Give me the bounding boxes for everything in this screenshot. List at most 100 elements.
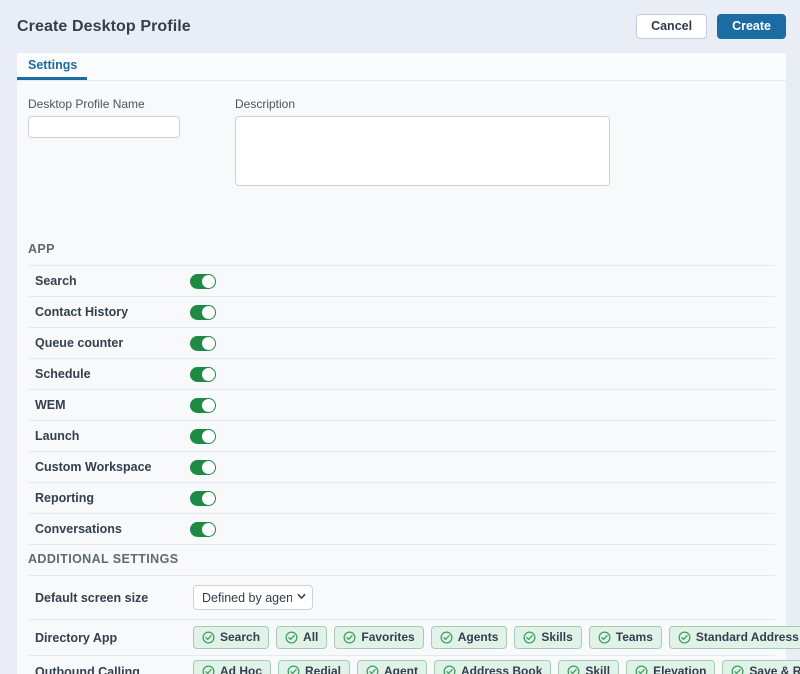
profile-name-input[interactable] [28,116,180,138]
outbound-calling-chip-list: Ad Hoc Redial Agent Address Book Skill Elevat… [193,660,800,674]
toggle-knob [202,275,215,288]
default-screen-size-select[interactable]: Defined by agent [193,585,313,610]
app-row-search: Search [28,266,775,297]
app-row-label: Conversations [35,522,190,536]
toggle-knob [202,492,215,505]
toggle-knob [202,306,215,319]
app-row-label: Custom Workspace [35,460,190,474]
check-circle-icon [678,631,691,644]
app-row-label: Reporting [35,491,190,505]
toggle-custom-workspace[interactable] [190,460,216,475]
cancel-button[interactable]: Cancel [636,14,707,40]
directory-chip-standard-address-book[interactable]: Standard Address Book [669,626,800,648]
toggle-knob [202,461,215,474]
check-circle-icon [440,631,453,644]
chip-label: Save & Redial [749,664,800,674]
toggle-contact-history[interactable] [190,305,216,320]
chip-label: Agents [458,630,499,644]
chip-label: Skills [541,630,572,644]
create-button[interactable]: Create [717,14,786,40]
toggle-search[interactable] [190,274,216,289]
app-row-queue-counter: Queue counter [28,328,775,359]
chip-label: Standard Address Book [696,630,800,644]
check-circle-icon [443,665,456,674]
chip-label: Favorites [361,630,414,644]
app-row-schedule: Schedule [28,359,775,390]
directory-chip-agents[interactable]: Agents [431,626,508,648]
toggle-queue-counter[interactable] [190,336,216,351]
check-circle-icon [567,665,580,674]
app-toggle-list: Search Contact History Queue counter Schedu… [28,266,775,545]
app-row-reporting: Reporting [28,483,775,514]
content-area: Desktop Profile Name Description APP Sea… [17,81,786,674]
outbound-chip-save-redial[interactable]: Save & Redial [722,660,800,674]
check-circle-icon [202,631,215,644]
toggle-conversations[interactable] [190,522,216,537]
directory-app-label: Directory App [35,631,193,645]
profile-name-label: Desktop Profile Name [28,97,180,111]
additional-settings-title: ADDITIONAL SETTINGS [28,552,775,576]
default-screen-size-row: Default screen size Defined by agent [28,576,775,620]
directory-chip-search[interactable]: Search [193,626,269,648]
app-row-conversations: Conversations [28,514,775,545]
outbound-chip-ad-hoc[interactable]: Ad Hoc [193,660,271,674]
content-card: Settings Desktop Profile Name Descriptio… [17,53,786,674]
default-screen-size-select-wrap: Defined by agent [193,585,313,610]
chip-label: Address Book [461,664,542,674]
outbound-chip-elevation[interactable]: Elevation [626,660,715,674]
check-circle-icon [731,665,744,674]
outbound-chip-agent[interactable]: Agent [357,660,427,674]
toggle-schedule[interactable] [190,367,216,382]
tab-settings[interactable]: Settings [17,53,87,80]
toggle-knob [202,337,215,350]
check-circle-icon [523,631,536,644]
chip-label: Redial [305,664,341,674]
chip-label: Elevation [653,664,706,674]
directory-chip-favorites[interactable]: Favorites [334,626,423,648]
chip-label: All [303,630,318,644]
outbound-chip-address-book[interactable]: Address Book [434,660,551,674]
app-row-wem: WEM [28,390,775,421]
check-circle-icon [202,665,215,674]
app-row-label: WEM [35,398,190,412]
description-label: Description [235,97,610,111]
directory-chip-all[interactable]: All [276,626,327,648]
chip-label: Teams [616,630,653,644]
chip-label: Skill [585,664,610,674]
toggle-knob [202,368,215,381]
tab-bar: Settings [17,53,786,81]
outbound-chip-skill[interactable]: Skill [558,660,619,674]
app-row-label: Launch [35,429,190,443]
profile-name-field: Desktop Profile Name [28,97,180,191]
directory-chip-skills[interactable]: Skills [514,626,581,648]
chip-label: Ad Hoc [220,664,262,674]
outbound-calling-label: Outbound Calling [35,665,193,674]
app-row-label: Contact History [35,305,190,319]
app-row-contact-history: Contact History [28,297,775,328]
directory-chip-teams[interactable]: Teams [589,626,662,648]
check-circle-icon [343,631,356,644]
chip-label: Agent [384,664,418,674]
check-circle-icon [285,631,298,644]
toggle-reporting[interactable] [190,491,216,506]
app-row-launch: Launch [28,421,775,452]
toggle-knob [202,523,215,536]
outbound-calling-row: Outbound Calling Ad Hoc Redial Agent Addres… [28,656,775,674]
check-circle-icon [287,665,300,674]
toggle-wem[interactable] [190,398,216,413]
app-row-label: Schedule [35,367,190,381]
check-circle-icon [366,665,379,674]
check-circle-icon [635,665,648,674]
toggle-knob [202,399,215,412]
check-circle-icon [598,631,611,644]
description-input[interactable] [235,116,610,186]
directory-app-chip-list: Search All Favorites Agents Skills Teams Stand… [193,626,800,648]
toggle-launch[interactable] [190,429,216,444]
app-row-custom-workspace: Custom Workspace [28,452,775,483]
app-section-title: APP [28,242,775,266]
app-row-label: Queue counter [35,336,190,350]
page-header: Create Desktop Profile Cancel Create [0,0,800,53]
directory-app-row: Directory App Search All Favorites Agents Sk… [28,620,775,656]
chip-label: Search [220,630,260,644]
outbound-chip-redial[interactable]: Redial [278,660,350,674]
